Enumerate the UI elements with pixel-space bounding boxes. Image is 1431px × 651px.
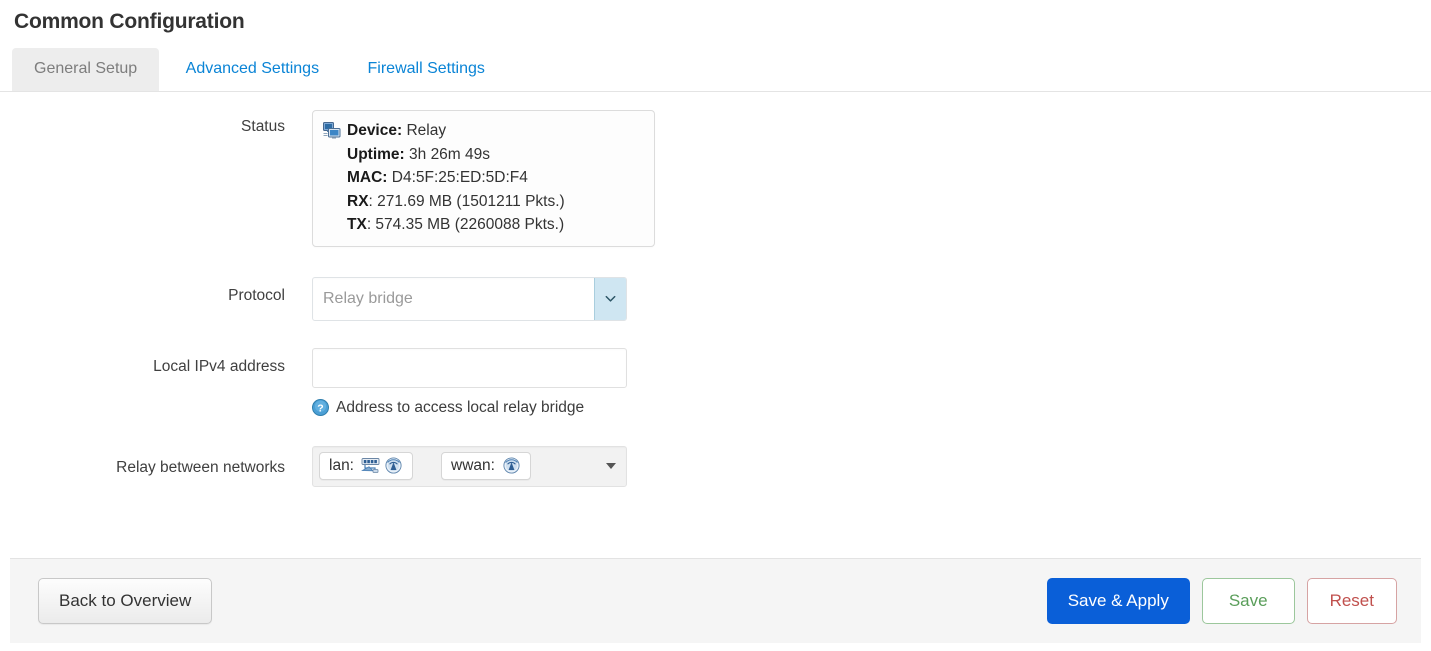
tab-bar: General Setup Advanced Settings Firewall… [0,48,1431,92]
status-key-device: Device: [347,122,402,139]
status-line-mac: MAC: D4:5F:25:ED:5D:F4 [347,166,565,190]
status-key-rx: RX [347,193,369,210]
status-value-mac: D4:5F:25:ED:5D:F4 [392,169,528,186]
network-devices-icon [323,122,341,140]
back-to-overview-button[interactable]: Back to Overview [38,578,212,624]
local-ipv4-input[interactable] [312,348,627,388]
svg-text:?: ? [317,402,323,414]
protocol-label: Protocol [0,277,285,305]
local-ipv4-label: Local IPv4 address [0,348,285,376]
relay-networks-multiselect[interactable]: lan: [312,446,627,487]
form-row-protocol: Protocol Relay bridge [0,277,1431,321]
tab-general-setup[interactable]: General Setup [12,48,159,91]
relay-token-lan-label: lan: [329,457,354,475]
status-lines: Device: Relay Uptime: 3h 26m 49s MAC: D4… [347,119,565,237]
form-row-local-ipv4: Local IPv4 address ? Address to access l… [0,348,1431,417]
status-value-uptime: 3h 26m 49s [409,146,490,163]
local-ipv4-field: ? Address to access local relay bridge [285,348,627,417]
reset-button[interactable]: Reset [1307,578,1397,624]
caret-down-icon[interactable] [606,463,616,469]
form-row-relay-networks: Relay between networks lan: [0,446,1431,487]
save-button[interactable]: Save [1202,578,1295,624]
status-box: Device: Relay Uptime: 3h 26m 49s MAC: D4… [312,110,655,247]
status-line-device: Device: Relay [347,119,565,143]
status-key-uptime: Uptime: [347,146,405,163]
status-key-tx: TX [347,216,367,233]
status-field: Device: Relay Uptime: 3h 26m 49s MAC: D4… [285,110,655,247]
relay-token-wwan[interactable]: wwan: [441,452,531,480]
status-value-device: Relay [406,122,446,139]
relay-token-wwan-label: wwan: [451,457,495,475]
relay-token-lan[interactable]: lan: [319,452,413,480]
status-line-uptime: Uptime: 3h 26m 49s [347,143,565,167]
save-and-apply-button[interactable]: Save & Apply [1047,578,1190,624]
common-configuration-form: Status Devic [0,92,1431,487]
protocol-field: Relay bridge [285,277,627,321]
ethernet-switch-icon [361,457,380,474]
status-line-tx: TX: 574.35 MB (2260088 Pkts.) [347,213,565,237]
status-line-rx: RX: 271.69 MB (1501211 Pkts.) [347,190,565,214]
tab-advanced-settings[interactable]: Advanced Settings [164,48,341,91]
wifi-signal-icon [384,457,403,474]
local-ipv4-hint-text: Address to access local relay bridge [336,399,584,417]
help-question-icon: ? [312,399,329,416]
wifi-signal-icon [502,457,521,474]
status-label: Status [0,110,285,136]
status-value-tx: : 574.35 MB (2260088 Pkts.) [367,216,564,233]
status-key-mac: MAC: [347,169,387,186]
local-ipv4-hint: ? Address to access local relay bridge [312,399,627,417]
protocol-select-value: Relay bridge [313,278,594,320]
form-action-bar: Back to Overview Save & Apply Save Reset [10,558,1421,643]
form-row-status: Status Devic [0,110,1431,247]
status-value-rx: : 271.69 MB (1501211 Pkts.) [369,193,565,210]
chevron-down-icon[interactable] [594,278,626,320]
tab-firewall-settings[interactable]: Firewall Settings [346,48,507,91]
relay-networks-label: Relay between networks [0,446,285,477]
footer-actions: Save & Apply Save Reset [1047,578,1397,624]
relay-networks-field: lan: [285,446,627,487]
protocol-select[interactable]: Relay bridge [312,277,627,321]
page-title: Common Configuration [0,0,1431,34]
